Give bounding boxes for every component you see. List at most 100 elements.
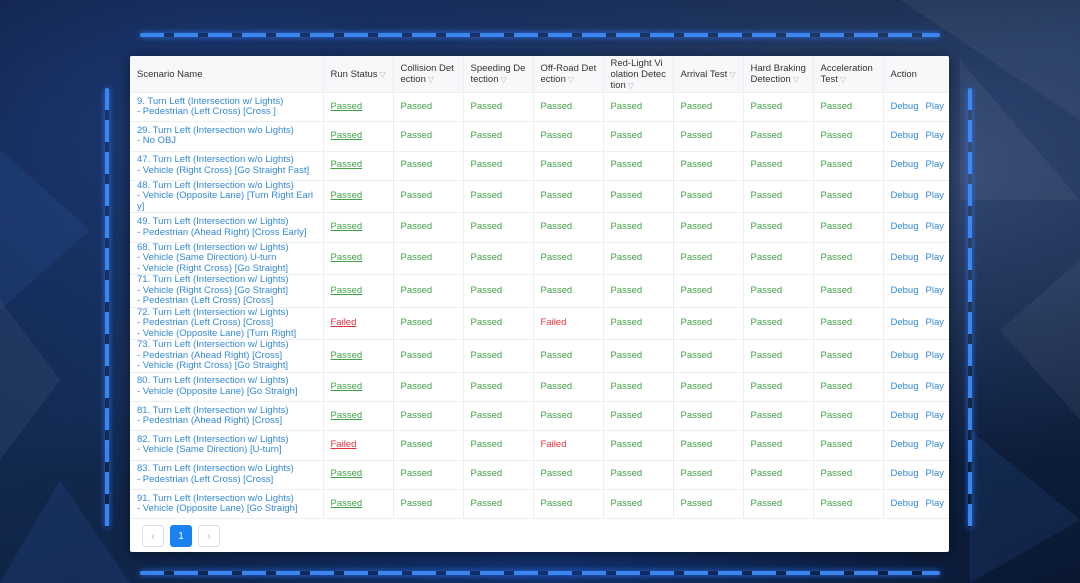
table-body: 9. Turn Left (Intersection w/ Lights) - … — [130, 92, 949, 520]
run-status-link[interactable]: Passed — [331, 468, 363, 480]
run-status-link[interactable]: Failed — [331, 439, 357, 450]
column-header-label: Action — [890, 68, 917, 80]
debug-link[interactable]: Debug — [891, 350, 919, 361]
collision-result: Passed — [393, 307, 464, 341]
run-status-cell: Passed — [323, 274, 394, 308]
column-header-label: Red-Light Vi olation Detec tion — [610, 57, 666, 91]
funnel-icon[interactable]: ▽ — [501, 75, 507, 84]
play-link[interactable]: Play — [926, 439, 944, 450]
debug-link[interactable]: Debug — [891, 130, 919, 141]
debug-link[interactable]: Debug — [891, 221, 919, 233]
run-status-link[interactable]: Passed — [331, 101, 363, 112]
scenario-name[interactable]: 80. Turn Left (Intersection w/ Lights) -… — [130, 372, 324, 402]
play-link[interactable]: Play — [926, 130, 944, 141]
funnel-icon[interactable]: ▽ — [628, 81, 634, 90]
table-row: 47. Turn Left (Intersection w/o Lights) … — [130, 151, 949, 181]
redlight-result: Passed — [603, 121, 674, 152]
run-status-link[interactable]: Failed — [331, 317, 357, 328]
funnel-icon[interactable]: ▽ — [840, 75, 846, 84]
run-status-link[interactable]: Passed — [331, 410, 363, 421]
column-header[interactable]: Red-Light Vi olation Detec tion ▽ — [603, 56, 674, 93]
scenario-name[interactable]: 81. Turn Left (Intersection w/ Lights) -… — [130, 401, 324, 432]
braking-result: Passed — [743, 430, 814, 461]
scenario-name[interactable]: 83. Turn Left (Intersection w/o Lights) … — [130, 460, 324, 490]
debug-link[interactable]: Debug — [891, 190, 919, 202]
arrival-result: Passed — [673, 489, 744, 520]
run-status-link[interactable]: Passed — [331, 381, 363, 392]
scenario-name[interactable]: 91. Turn Left (Intersection w/o Lights) … — [130, 489, 324, 520]
column-header[interactable]: Speeding De tection ▽ — [463, 56, 534, 93]
play-link[interactable]: Play — [926, 101, 944, 112]
arrival-result: Passed — [673, 274, 744, 308]
funnel-icon[interactable]: ▽ — [568, 75, 574, 84]
column-header[interactable]: Acceleration Test ▽ — [813, 56, 884, 93]
column-header[interactable]: Off-Road Det ection ▽ — [533, 56, 604, 93]
debug-link[interactable]: Debug — [891, 285, 919, 296]
debug-link[interactable]: Debug — [891, 381, 919, 392]
column-header[interactable]: Arrival Test ▽ — [673, 56, 744, 93]
run-status-link[interactable]: Passed — [331, 285, 363, 296]
scenario-name[interactable]: 71. Turn Left (Intersection w/ Lights) -… — [130, 275, 324, 308]
play-link[interactable]: Play — [926, 221, 944, 233]
scenario-name[interactable]: 9. Turn Left (Intersection w/ Lights) - … — [130, 92, 324, 123]
funnel-icon[interactable]: ▽ — [793, 75, 799, 84]
debug-link[interactable]: Debug — [891, 439, 919, 450]
play-link[interactable]: Play — [926, 498, 944, 509]
run-status-link[interactable]: Passed — [331, 498, 363, 509]
offroad-result: Passed — [533, 92, 604, 123]
play-link[interactable]: Play — [926, 317, 944, 328]
collision-result: Passed — [393, 372, 464, 402]
run-status-link[interactable]: Passed — [331, 350, 363, 361]
offroad-result: Passed — [533, 180, 604, 214]
scenario-name[interactable]: 68. Turn Left (Intersection w/ Lights) -… — [130, 242, 324, 276]
debug-link[interactable]: Debug — [891, 159, 919, 171]
action-cell: Debug Play — [883, 372, 949, 402]
run-status-link[interactable]: Passed — [331, 159, 363, 171]
run-status-link[interactable]: Passed — [331, 190, 363, 202]
column-header[interactable]: Collision Det ection ▽ — [393, 56, 464, 93]
redlight-result: Passed — [603, 274, 674, 308]
table-row: 72. Turn Left (Intersection w/ Lights) -… — [130, 307, 949, 341]
debug-link[interactable]: Debug — [891, 410, 919, 421]
funnel-icon[interactable]: ▽ — [428, 75, 434, 84]
play-link[interactable]: Play — [926, 468, 944, 480]
scenario-name[interactable]: 48. Turn Left (Intersection w/o Lights) … — [130, 180, 324, 214]
results-panel: Scenario Name Run Status ▽ Collision Det ec… — [130, 56, 949, 552]
table-row: 29. Turn Left (Intersection w/o Lights) … — [130, 121, 949, 152]
play-link[interactable]: Play — [926, 285, 944, 296]
accel-result: Passed — [813, 460, 884, 490]
braking-result: Passed — [743, 307, 814, 341]
scenario-name[interactable]: 82. Turn Left (Intersection w/ Lights) -… — [130, 430, 324, 461]
scenario-name[interactable]: 49. Turn Left (Intersection w/ Lights) -… — [130, 212, 324, 243]
scenario-name[interactable]: 73. Turn Left (Intersection w/ Lights) -… — [130, 340, 324, 373]
play-link[interactable]: Play — [926, 350, 944, 361]
play-link[interactable]: Play — [926, 159, 944, 171]
prev-page-button[interactable]: ‹ — [142, 525, 164, 547]
scenario-name[interactable]: 29. Turn Left (Intersection w/o Lights) … — [130, 121, 324, 152]
funnel-icon[interactable]: ▽ — [729, 70, 735, 79]
debug-link[interactable]: Debug — [891, 252, 919, 263]
run-status-link[interactable]: Passed — [331, 130, 363, 141]
arrival-result: Passed — [673, 212, 744, 243]
play-link[interactable]: Play — [926, 252, 944, 263]
table-row: 68. Turn Left (Intersection w/ Lights) -… — [130, 242, 949, 276]
run-status-link[interactable]: Passed — [331, 221, 363, 233]
column-header[interactable]: Run Status ▽ — [323, 56, 394, 93]
redlight-result: Passed — [603, 339, 674, 373]
run-status-link[interactable]: Passed — [331, 252, 363, 263]
column-header[interactable]: Hard Braking Detection ▽ — [743, 56, 814, 93]
page-1-button[interactable]: 1 — [170, 525, 192, 547]
braking-result: Passed — [743, 274, 814, 308]
braking-result: Passed — [743, 151, 814, 181]
play-link[interactable]: Play — [926, 190, 944, 202]
scenario-name[interactable]: 72. Turn Left (Intersection w/ Lights) -… — [130, 307, 324, 341]
play-link[interactable]: Play — [926, 410, 944, 421]
debug-link[interactable]: Debug — [891, 498, 919, 509]
debug-link[interactable]: Debug — [891, 468, 919, 480]
next-page-button[interactable]: › — [198, 525, 220, 547]
funnel-icon[interactable]: ▽ — [380, 70, 386, 79]
scenario-name[interactable]: 47. Turn Left (Intersection w/o Lights) … — [130, 151, 324, 181]
debug-link[interactable]: Debug — [891, 317, 919, 328]
play-link[interactable]: Play — [926, 381, 944, 392]
debug-link[interactable]: Debug — [891, 101, 919, 112]
